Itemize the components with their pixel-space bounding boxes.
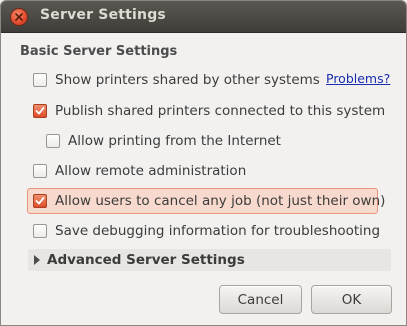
option-label: Allow users to cancel any job (not just …	[55, 193, 386, 209]
checkbox-show-printers[interactable]	[33, 73, 47, 87]
checkbox-remote-admin[interactable]	[33, 164, 47, 178]
checkbox-save-debugging[interactable]	[33, 224, 47, 238]
option-label: Show printers shared by other systems	[55, 72, 320, 88]
title-bar[interactable]: Server Settings	[1, 1, 406, 33]
server-settings-dialog: Server Settings Basic Server Settings Sh…	[0, 0, 407, 326]
option-label: Save debugging information for troublesh…	[55, 223, 381, 239]
checkbox-publish-shared[interactable]	[33, 104, 47, 118]
cancel-button[interactable]: Cancel	[219, 285, 302, 314]
window-title: Server Settings	[40, 7, 166, 23]
option-label: Publish shared printers connected to thi…	[55, 103, 386, 119]
option-label: Allow remote administration	[55, 163, 247, 179]
option-show-printers[interactable]: Show printers shared by other systems	[33, 69, 320, 91]
option-save-debugging[interactable]: Save debugging information for troublesh…	[33, 220, 380, 242]
close-icon[interactable]	[11, 9, 27, 25]
option-publish-shared[interactable]: Publish shared printers connected to thi…	[33, 100, 385, 122]
checkbox-cancel-any-job[interactable]	[33, 194, 47, 208]
section-title: Basic Server Settings	[20, 44, 178, 59]
advanced-label[interactable]: Advanced Server Settings	[47, 252, 245, 268]
problems-link[interactable]: Problems?	[326, 71, 390, 86]
ok-button[interactable]: OK	[311, 285, 392, 314]
option-remote-admin[interactable]: Allow remote administration	[33, 160, 246, 182]
checkbox-allow-internet[interactable]	[46, 134, 60, 148]
option-allow-internet[interactable]: Allow printing from the Internet	[46, 130, 281, 152]
option-label: Allow printing from the Internet	[68, 133, 281, 149]
expander-arrow-icon[interactable]	[34, 255, 40, 265]
option-cancel-any-job[interactable]: Allow users to cancel any job (not just …	[33, 190, 385, 212]
